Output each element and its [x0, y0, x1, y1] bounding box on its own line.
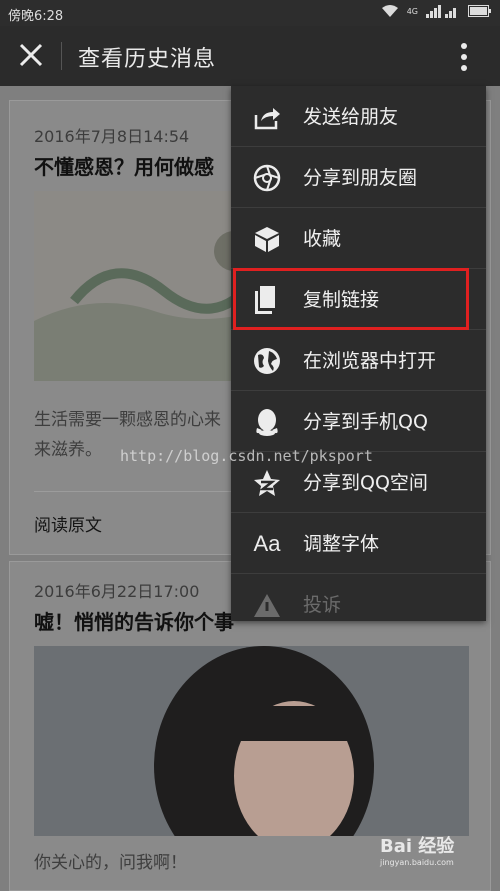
warning-icon [252, 590, 282, 620]
status-bar: 傍晚6:28 4G [0, 0, 500, 26]
menu-item-report[interactable]: 投诉 [231, 574, 486, 621]
browser-icon [252, 346, 282, 376]
status-time: 傍晚6:28 [8, 9, 64, 24]
article-date: 2016年7月8日14:54 [34, 127, 190, 146]
share-menu: 发送给朋友 分享到朋友圈 收藏 复制链接 在浏览器中打开 分享到手机QQ 分享到… [231, 86, 486, 621]
menu-item-label: 分享到手机QQ [303, 411, 428, 433]
menu-item-label: 分享到QQ空间 [303, 472, 428, 494]
menu-item-adjust-font[interactable]: Aa 调整字体 [231, 513, 486, 574]
menu-item-label: 在浏览器中打开 [303, 350, 437, 372]
url-watermark: http://blog.csdn.net/pksport [120, 447, 373, 465]
highlight-box [233, 268, 469, 330]
menu-item-share-moments[interactable]: 分享到朋友圈 [231, 147, 486, 208]
menu-item-label: 分享到朋友圈 [303, 167, 418, 189]
article-thumbnail[interactable] [34, 646, 469, 836]
moments-icon [252, 163, 282, 193]
baidu-brand: Bai 经验 [380, 836, 455, 857]
read-original-link[interactable]: 阅读原文 [34, 511, 102, 536]
wifi-icon [381, 5, 398, 17]
page-title: 查看历史消息 [78, 47, 217, 72]
article-title[interactable]: 不懂感恩？用何做感 [34, 151, 214, 180]
signal-icon [426, 5, 456, 18]
menu-item-label: 投诉 [303, 594, 342, 616]
favorite-icon [252, 224, 282, 254]
baidu-url: jingyan.baidu.com [380, 858, 454, 867]
article-date: 2016年6月22日17:00 [34, 582, 200, 601]
menu-item-open-in-browser[interactable]: 在浏览器中打开 [231, 330, 486, 391]
close-icon[interactable] [17, 41, 45, 69]
battery-icon [468, 5, 491, 17]
baidu-watermark: Bai 经验 jingyan.baidu.com [380, 832, 454, 867]
more-options-icon[interactable] [456, 42, 472, 72]
topbar-divider [61, 42, 62, 70]
share-icon [252, 102, 282, 132]
article-title[interactable]: 嘘！悄悄的告诉你个事 [34, 606, 234, 635]
menu-item-share-qq[interactable]: 分享到手机QQ [231, 391, 486, 452]
qq-icon [252, 407, 282, 437]
menu-item-label: 调整字体 [303, 533, 380, 555]
menu-item-send-to-friend[interactable]: 发送给朋友 [231, 86, 486, 147]
article-summary: 你关心的，问我啊！ [34, 853, 187, 873]
network-label: 4G [406, 6, 418, 16]
top-bar: 查看历史消息 [0, 26, 500, 86]
status-icons: 4G [381, 4, 492, 18]
font-icon: Aa [253, 531, 281, 556]
qzone-icon [252, 468, 282, 498]
menu-item-label: 发送给朋友 [303, 106, 399, 128]
menu-item-favorite[interactable]: 收藏 [231, 208, 486, 269]
menu-item-label: 收藏 [303, 228, 342, 250]
